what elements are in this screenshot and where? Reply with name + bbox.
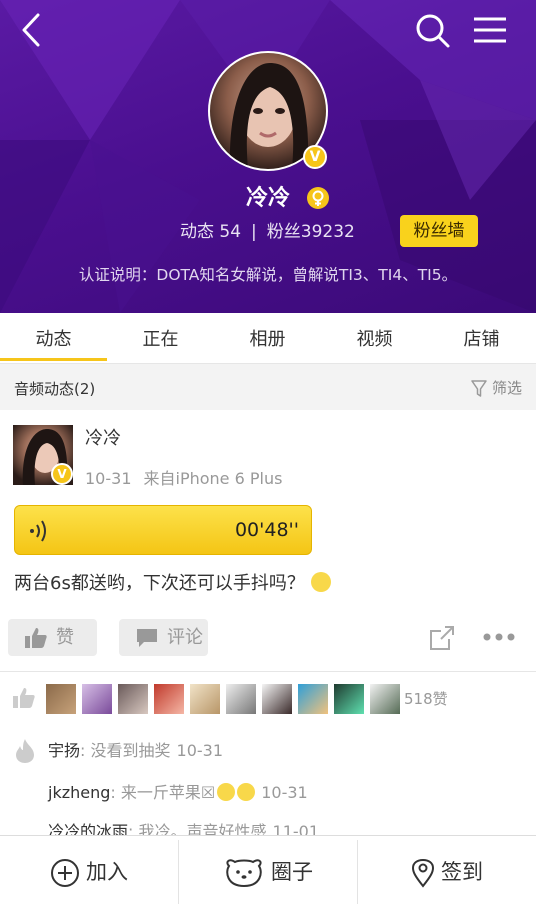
liker-avatar[interactable]	[190, 684, 220, 714]
checkin-label: 签到	[441, 860, 483, 884]
profile-header: V 冷冷 动态 54 | 粉丝39232 粉丝墙 认证说明：DOTA知名女解说，曾解…	[0, 0, 536, 313]
emoji-icon	[310, 572, 331, 592]
liker-avatar[interactable]	[46, 684, 76, 714]
liker-avatar[interactable]	[334, 684, 364, 714]
liker-avatar[interactable]	[118, 684, 148, 714]
tab-video[interactable]: 视频	[321, 313, 428, 363]
post-text: 两台6s都送哟，下次还可以手抖吗？	[14, 569, 331, 595]
comment-time: 10-31	[261, 783, 308, 802]
divider	[0, 671, 536, 672]
female-icon	[307, 187, 329, 209]
comment-item[interactable]: jkzheng: 来一斤苹果☒ 10-31	[48, 779, 308, 803]
profile-tabs: 动态 正在 相册 视频 店铺	[0, 313, 536, 364]
section-header: 音频动态(2) 筛选	[0, 364, 536, 410]
comment-icon	[137, 629, 157, 647]
audio-duration: 00'48''	[234, 519, 299, 541]
liker-avatar[interactable]	[154, 684, 184, 714]
comment-text: 没看到抽奖	[90, 741, 171, 760]
liker-avatar[interactable]	[226, 684, 256, 714]
certification-text: 认证说明：DOTA知名女解说，曾解说TI3、TI4、TI5。	[78, 266, 458, 284]
tab-album[interactable]: 相册	[214, 313, 321, 363]
circle-label: 圈子	[271, 860, 313, 884]
verified-badge: V	[303, 145, 327, 169]
profile-name: 冷冷	[245, 186, 290, 211]
fans-count[interactable]: 粉丝39232	[267, 222, 355, 242]
profile-stats: 动态 54 | 粉丝39232	[180, 217, 355, 242]
tab-posts[interactable]: 动态	[0, 313, 107, 363]
menu-icon[interactable]	[470, 10, 510, 50]
post-date: 10-31	[85, 469, 132, 488]
post-verified-badge: V	[51, 463, 73, 485]
like-count[interactable]: 518赞	[404, 688, 448, 709]
liker-avatar[interactable]	[82, 684, 112, 714]
fire-icon	[16, 739, 34, 763]
post-meta: 10-31 来自iPhone 6 Plus	[85, 465, 282, 489]
emoji-icon	[217, 783, 236, 801]
post-author-name[interactable]: 冷冷	[85, 424, 121, 450]
sound-wave-icon	[30, 520, 46, 542]
liker-avatar[interactable]	[262, 684, 292, 714]
comment-item[interactable]: 宇扬: 没看到抽奖 10-31	[48, 737, 223, 761]
comment-text: 来一斤苹果☒	[120, 783, 216, 802]
post-source: 来自iPhone 6 Plus	[143, 469, 283, 488]
audio-player[interactable]: 00'48''	[14, 505, 312, 555]
comment-button[interactable]: 评论	[119, 619, 208, 656]
comment-time: 10-31	[176, 741, 224, 760]
comment-user[interactable]: jkzheng	[48, 783, 110, 802]
stats-separator: |	[251, 222, 257, 242]
comment-label: 评论	[167, 627, 203, 648]
filter-button[interactable]: 筛选	[471, 377, 522, 398]
post-text-content: 两台6s都送哟，下次还可以手抖吗？	[14, 573, 305, 594]
dog-face-icon	[226, 859, 262, 888]
like-button[interactable]: 赞	[8, 619, 97, 656]
join-label: 加入	[86, 860, 128, 884]
posts-count[interactable]: 动态 54	[180, 222, 241, 242]
emoji-icon	[237, 783, 256, 801]
join-button[interactable]: 加入	[0, 836, 178, 908]
liker-avatar[interactable]	[370, 684, 400, 714]
tab-now[interactable]: 正在	[107, 313, 214, 363]
thumbs-up-icon	[25, 628, 47, 648]
circle-button[interactable]: 圈子	[179, 836, 357, 908]
comment-user[interactable]: 宇扬	[48, 741, 80, 760]
filter-label: 筛选	[491, 379, 522, 397]
search-icon[interactable]	[412, 10, 452, 50]
active-tab-indicator	[0, 358, 107, 361]
filter-icon	[471, 379, 487, 397]
liker-avatar[interactable]	[298, 684, 328, 714]
checkin-button[interactable]: 签到	[358, 836, 536, 908]
tab-shop[interactable]: 店铺	[428, 313, 535, 363]
back-icon[interactable]	[12, 10, 52, 50]
more-icon[interactable]	[482, 630, 516, 644]
share-icon[interactable]	[427, 623, 457, 653]
plus-circle-icon	[51, 859, 79, 887]
section-title: 音频动态(2)	[14, 380, 96, 398]
bottom-bar: 加入 圈子 签到	[0, 835, 536, 908]
location-pin-icon	[411, 858, 435, 888]
likes-thumbs-icon	[13, 688, 35, 708]
fan-wall-button[interactable]: 粉丝墙	[400, 215, 478, 247]
like-label: 赞	[56, 627, 74, 648]
